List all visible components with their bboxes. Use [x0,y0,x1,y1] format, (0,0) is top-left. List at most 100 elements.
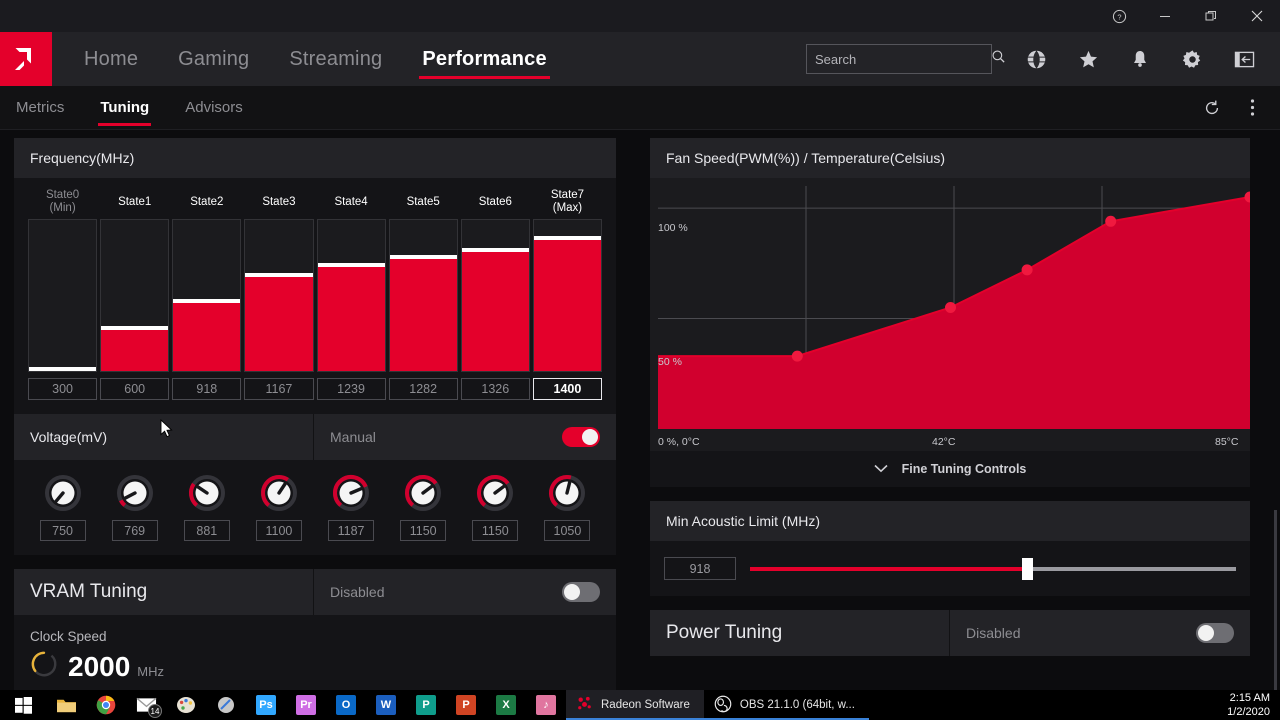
voltage-state-2[interactable]: 881 [172,474,241,541]
voltage-knob[interactable] [548,474,586,512]
frequency-bar-handle[interactable] [317,262,385,267]
fine-tuning-controls-button[interactable]: Fine Tuning Controls [650,451,1250,487]
frequency-bar-handle[interactable] [533,235,601,240]
voltage-value-input[interactable]: 1150 [472,520,519,541]
voltage-value-input[interactable]: 750 [39,520,86,541]
excel-icon[interactable]: X [486,690,526,720]
chrome-icon[interactable] [86,690,126,720]
voltage-value-input[interactable]: 769 [111,520,158,541]
file-explorer-icon[interactable] [46,690,86,720]
voltage-value-input[interactable]: 1100 [255,520,302,541]
frequency-bar[interactable] [244,219,314,372]
close-icon[interactable] [1234,0,1280,32]
frequency-value-input[interactable]: 1400 [532,378,602,400]
refresh-icon[interactable] [1192,86,1232,130]
frequency-bar[interactable] [532,219,602,372]
power-toggle[interactable] [1196,623,1234,643]
voltage-knob[interactable] [188,474,226,512]
voltage-value-input[interactable]: 881 [183,520,230,541]
taskbar-app-obs-studio[interactable]: OBS 21.1.0 (64bit, w... [703,690,869,720]
frequency-bar-handle[interactable] [173,299,241,304]
tab-tuning[interactable]: Tuning [82,86,167,130]
voltage-knob[interactable] [404,474,442,512]
outlook-icon[interactable]: O [326,690,366,720]
search-icon[interactable] [991,49,1006,69]
frequency-state-6[interactable]: State6 1326 [460,188,530,400]
search-input[interactable] [815,51,991,67]
fan-curve-point[interactable] [945,302,956,313]
frequency-value-input[interactable]: 1326 [460,378,530,400]
frequency-bar[interactable] [172,219,242,372]
search-box[interactable] [806,44,1005,74]
fan-curve-point[interactable] [791,350,803,362]
frequency-state-3[interactable]: State3 1167 [244,188,314,400]
voltage-knob[interactable] [476,474,514,512]
premiere-icon[interactable]: Pr [286,690,326,720]
voltage-knob[interactable] [260,474,298,512]
content-scrollbar[interactable] [1274,510,1277,720]
nav-item-streaming[interactable]: Streaming [269,32,402,86]
voltage-value-input[interactable]: 1187 [328,520,375,541]
frequency-bar[interactable] [388,219,458,372]
frequency-state-7[interactable]: State7 (Max) 1400 [532,188,602,400]
voltage-state-0[interactable]: 750 [28,474,97,541]
frequency-state-0[interactable]: State0 (Min) 300 [28,188,98,400]
paint-icon[interactable] [166,690,206,720]
nav-item-gaming[interactable]: Gaming [158,32,269,86]
voltage-state-4[interactable]: 1187 [317,474,386,541]
voltage-state-6[interactable]: 1150 [461,474,530,541]
photoshop-icon[interactable]: Ps [246,690,286,720]
fan-curve-point[interactable] [1105,215,1117,227]
frequency-bar[interactable] [316,219,386,372]
frequency-value-input[interactable]: 600 [100,378,170,400]
voltage-knob[interactable] [44,474,82,512]
star-icon[interactable] [1062,32,1114,86]
nav-item-performance[interactable]: Performance [402,32,566,86]
frequency-state-1[interactable]: State1 600 [100,188,170,400]
vram-toggle[interactable] [562,582,600,602]
fan-curve-chart[interactable]: 100 % 50 % 0 %, 0°C 42°C 85°C [650,178,1250,451]
voltage-state-3[interactable]: 1100 [244,474,313,541]
restore-icon[interactable] [1188,0,1234,32]
minimize-icon[interactable] [1142,0,1188,32]
acoustic-value[interactable]: 918 [664,557,736,580]
frequency-bar-handle[interactable] [461,247,529,252]
frequency-state-5[interactable]: State5 1282 [388,188,458,400]
globe-icon[interactable] [1010,32,1062,86]
frequency-bar-handle[interactable] [101,326,169,331]
frequency-bar[interactable] [460,219,530,372]
taskbar-app-radeon-software[interactable]: Radeon Software [566,690,704,720]
frequency-value-input[interactable]: 1239 [316,378,386,400]
tab-metrics[interactable]: Metrics [0,86,82,130]
acoustic-slider[interactable] [750,557,1236,580]
frequency-value-input[interactable]: 300 [28,378,98,400]
frequency-bar-handle[interactable] [245,273,313,278]
frequency-state-2[interactable]: State2 918 [172,188,242,400]
nav-item-home[interactable]: Home [64,32,158,86]
voltage-value-input[interactable]: 1050 [544,520,591,541]
frequency-bar[interactable] [28,219,98,372]
voltage-state-1[interactable]: 769 [100,474,169,541]
gear-icon[interactable] [1166,32,1218,86]
help-icon[interactable]: ? [1096,0,1142,32]
frequency-bar[interactable] [100,219,170,372]
frequency-bar-handle[interactable] [389,255,457,260]
taskbar-clock[interactable]: 2:15 AM 1/2/2020 [1227,691,1280,719]
voltage-mode-toggle[interactable] [562,427,600,447]
snip-sketch-icon[interactable] [206,690,246,720]
publisher-icon[interactable]: P [406,690,446,720]
more-options-icon[interactable] [1232,86,1272,130]
frequency-state-4[interactable]: State4 1239 [316,188,386,400]
mail-icon[interactable]: 14 [126,690,166,720]
bell-icon[interactable] [1114,32,1166,86]
windows-start-icon[interactable] [0,690,46,720]
voltage-value-input[interactable]: 1150 [400,520,447,541]
frequency-bar-handle[interactable] [29,367,97,371]
voltage-state-5[interactable]: 1150 [389,474,458,541]
voltage-knob[interactable] [332,474,370,512]
voltage-state-7[interactable]: 1050 [533,474,602,541]
groove-music-icon[interactable]: ♪ [526,690,566,720]
voltage-knob[interactable] [116,474,154,512]
frequency-value-input[interactable]: 1282 [388,378,458,400]
fan-curve-point[interactable] [1021,264,1033,276]
